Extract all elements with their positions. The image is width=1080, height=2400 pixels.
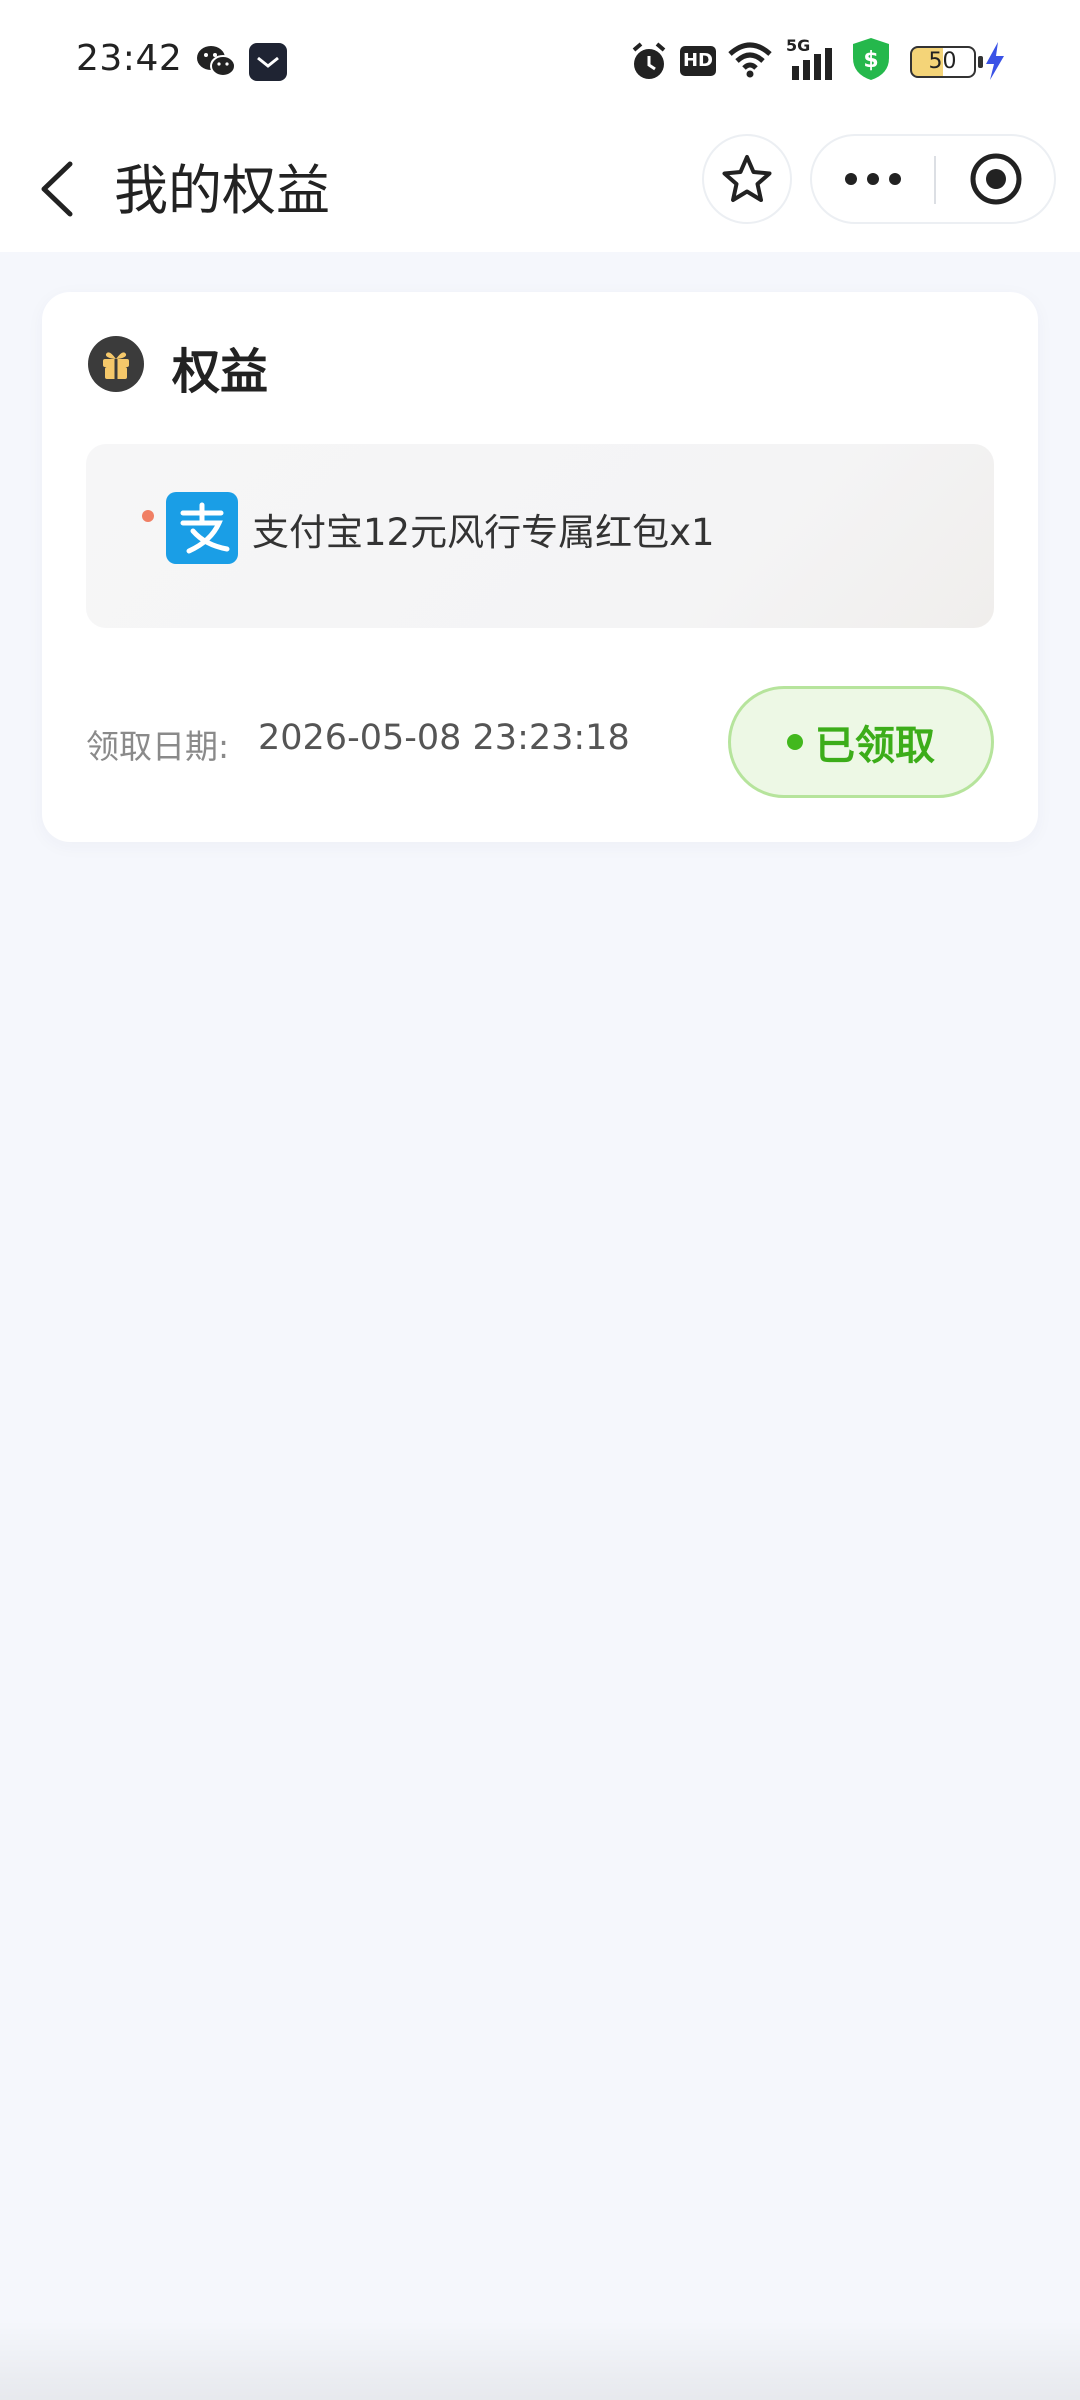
alarm-icon [632, 42, 666, 79]
claimed-status-badge[interactable]: 已领取 [728, 686, 994, 798]
page-title: 我的权益 [114, 159, 330, 222]
status-bar: 23:42 HD 5G $ 50 [0, 0, 1080, 124]
status-dot [787, 734, 803, 750]
wifi-icon [728, 42, 772, 78]
signal-icon: 5G [786, 36, 838, 80]
benefit-name: 支付宝12元风行专属红包x1 [252, 511, 715, 554]
more-button[interactable] [812, 136, 934, 222]
claim-date-label: 领取日期: [86, 727, 230, 766]
back-icon [41, 161, 73, 217]
hd-label: HD [682, 50, 713, 71]
claimed-status-label: 已领取 [815, 723, 935, 769]
back-button[interactable] [34, 150, 84, 228]
claim-date-value: 2026-05-08 23:23:18 [258, 718, 630, 758]
target-icon [970, 153, 1022, 205]
alipay-icon [166, 492, 238, 564]
benefit-card: 权益 支付宝12元风行专属红包x1 领取日期: 2026-05-08 23:23… [42, 292, 1038, 842]
more-icon [845, 173, 901, 185]
charging-icon [986, 42, 1004, 80]
bottom-gesture-area [0, 2320, 1080, 2400]
gift-icon [88, 336, 144, 392]
card-title: 权益 [172, 344, 269, 400]
battery-level: 50 [928, 49, 957, 74]
favorite-button[interactable] [702, 134, 792, 224]
app-notification-icon [249, 43, 287, 81]
svg-text:$: $ [863, 48, 878, 73]
menu-capsule [810, 134, 1056, 224]
star-icon [722, 155, 772, 202]
nav-bar: 我的权益 [0, 124, 1080, 252]
wechat-icon [197, 46, 236, 77]
hd-icon: HD [680, 46, 716, 76]
close-miniprogram-button[interactable] [936, 136, 1056, 222]
status-time: 23:42 [76, 38, 183, 79]
bullet-dot [142, 510, 154, 522]
battery-icon: 50 [910, 46, 983, 78]
shield-dollar-icon: $ [853, 38, 889, 80]
